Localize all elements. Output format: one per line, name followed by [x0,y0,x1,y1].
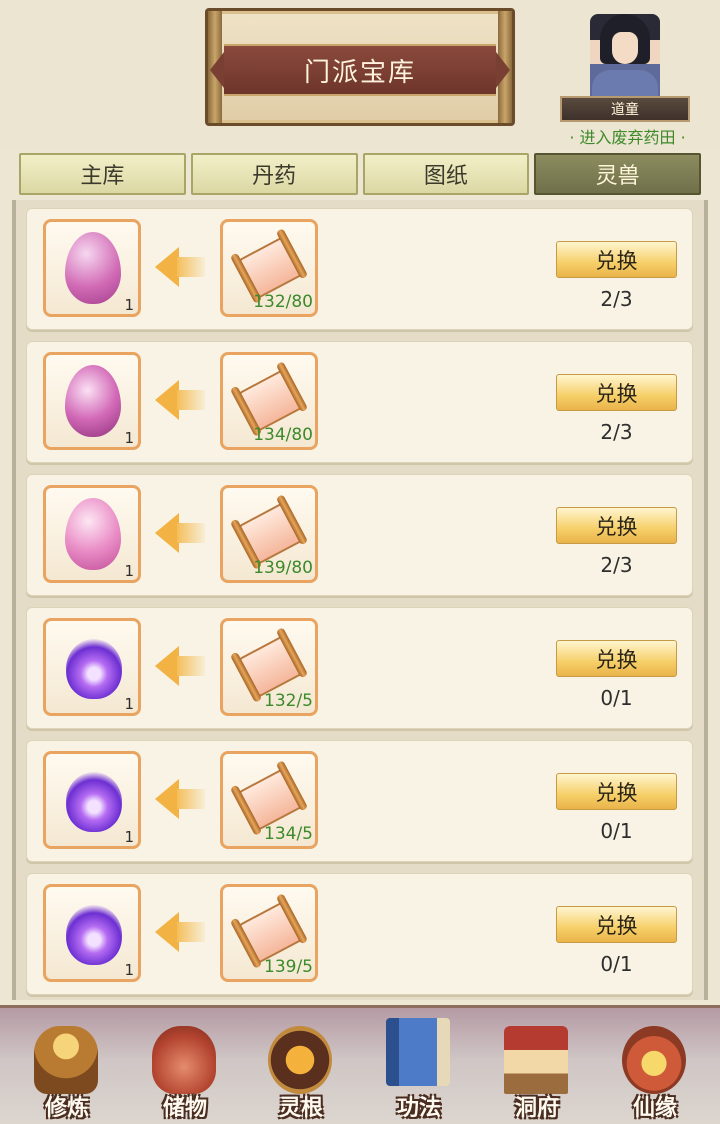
pink-beast-egg-icon [65,498,121,570]
arrow-left-icon [155,646,205,686]
exchange-limit: 0/1 [600,952,633,976]
arrow-left-icon [155,779,205,819]
exchange-row: 1 132/5 兑换 0/1 [26,607,693,729]
cost-progress: 132/80 [253,292,313,312]
exchange-button[interactable]: 兑换 [556,906,677,943]
exchange-button[interactable]: 兑换 [556,773,677,810]
nav-label: 储物 [162,1096,207,1121]
tab-main[interactable]: 主库 [19,153,186,195]
cost-slot[interactable]: 139/80 [220,485,318,583]
purple-spirit-flame-icon [66,639,122,699]
tab-pills[interactable]: 丹药 [190,153,358,195]
nav-method[interactable]: 功法 [364,1018,474,1124]
avatar-face [612,32,638,64]
reward-count: 1 [124,695,134,713]
reward-slot[interactable]: 1 [43,884,141,982]
exchange-limit: 2/3 [600,553,633,577]
tab-spirit-beasts[interactable]: 灵兽 [534,153,701,195]
cost-progress: 132/5 [264,691,313,711]
arrow-left-icon [155,912,205,952]
cost-progress: 139/80 [253,558,313,578]
header: 门派宝库 道童 · 进入废弃药田 · [0,0,720,150]
cost-progress: 139/5 [264,957,313,977]
cost-slot[interactable]: 132/80 [220,219,318,317]
reward-count: 1 [124,562,134,580]
nav-label: 洞府 [514,1096,559,1121]
exchange-button[interactable]: 兑换 [556,507,677,544]
exchange-limit: 0/1 [600,686,633,710]
nav-cave-abode[interactable]: 洞府 [482,1018,592,1124]
exchange-row: 1 134/80 兑换 2/3 [26,341,693,463]
reward-slot[interactable]: 1 [43,751,141,849]
exchange-button[interactable]: 兑换 [556,374,677,411]
cost-slot[interactable]: 134/80 [220,352,318,450]
nav-label: 功法 [396,1096,441,1121]
arrow-left-icon [155,513,205,553]
nav-fate[interactable]: 仙缘 [600,1018,710,1124]
player-avatar[interactable] [590,14,660,100]
nav-label: 灵根 [278,1096,323,1121]
arrow-left-icon [155,380,205,420]
page-title: 门派宝库 [210,44,510,96]
bottom-nav: 修炼 储物 灵根 功法 洞府 仙缘 [0,1005,720,1124]
arrow-left-icon [155,247,205,287]
spirit-root-icon [268,1026,332,1094]
reward-slot[interactable]: 1 [43,485,141,583]
tab-blueprints[interactable]: 图纸 [362,153,530,195]
reward-count: 1 [124,429,134,447]
pink-beast-egg-icon [65,232,121,304]
reward-count: 1 [124,828,134,846]
exchange-button[interactable]: 兑换 [556,640,677,677]
title-plaque: 门派宝库 [205,8,515,126]
pink-beast-egg-icon [65,365,121,437]
nav-label: 修炼 [44,1096,89,1121]
fate-gourd-icon [622,1026,686,1094]
cultivate-icon [34,1026,98,1094]
reward-slot[interactable]: 1 [43,618,141,716]
storage-bag-icon [152,1026,216,1094]
cost-slot[interactable]: 139/5 [220,884,318,982]
nav-label: 仙缘 [632,1096,677,1121]
exchange-limit: 2/3 [600,420,633,444]
cave-abode-icon [504,1026,568,1094]
rank-badge: 道童 [560,96,690,122]
cost-progress: 134/80 [253,425,313,445]
reward-slot[interactable]: 1 [43,352,141,450]
purple-spirit-flame-icon [66,772,122,832]
purple-spirit-flame-icon [66,905,122,965]
category-tabs: 主库 丹药 图纸 灵兽 [19,153,701,195]
exchange-limit: 2/3 [600,287,633,311]
cost-slot[interactable]: 134/5 [220,751,318,849]
cost-slot[interactable]: 132/5 [220,618,318,716]
exchange-row: 1 139/80 兑换 2/3 [26,474,693,596]
reward-count: 1 [124,961,134,979]
nav-cultivate[interactable]: 修炼 [12,1018,122,1124]
exchange-row: 1 134/5 兑换 0/1 [26,740,693,862]
enter-abandoned-herb-field-link[interactable]: · 进入废弃药田 · [555,124,700,147]
exchange-button[interactable]: 兑换 [556,241,677,278]
method-book-icon [386,1018,450,1086]
exchange-row: 1 132/80 兑换 2/3 [26,208,693,330]
nav-spirit-root[interactable]: 灵根 [246,1018,356,1124]
nav-storage[interactable]: 储物 [130,1018,240,1124]
exchange-limit: 0/1 [600,819,633,843]
cost-progress: 134/5 [264,824,313,844]
reward-count: 1 [124,296,134,314]
reward-slot[interactable]: 1 [43,219,141,317]
exchange-row: 1 139/5 兑换 0/1 [26,873,693,995]
